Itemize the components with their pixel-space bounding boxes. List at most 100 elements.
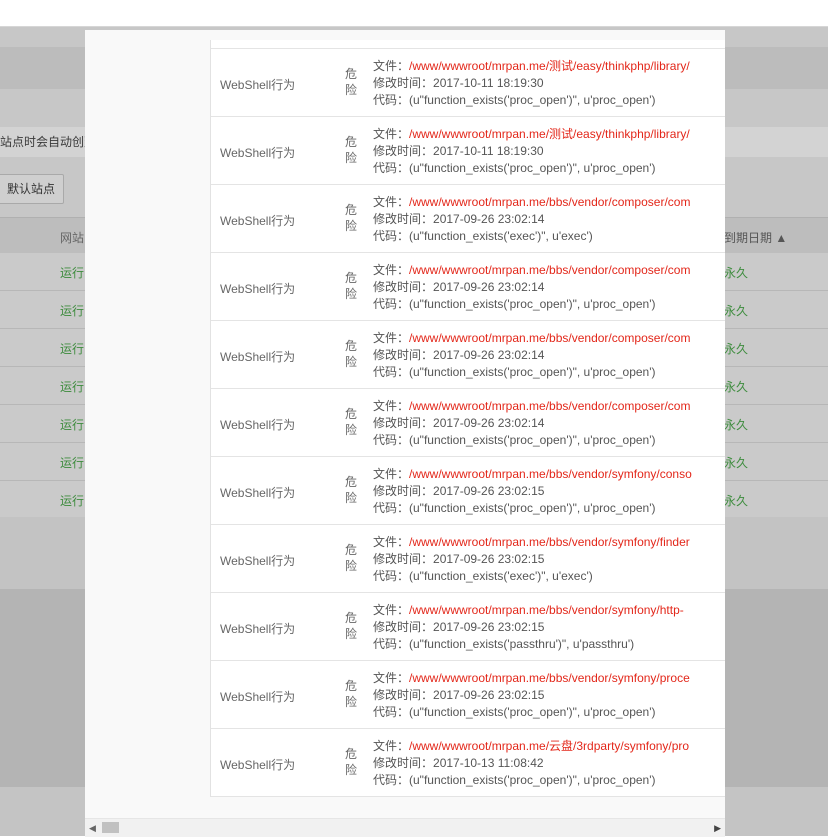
table-row: WebShell行为 危险 文件：/www/wwwroot/mrpan.me/云盘/… <box>211 729 725 797</box>
default-site-button[interactable]: 默认站点 <box>0 174 64 204</box>
site-status[interactable]: 运行 <box>60 378 84 395</box>
code-line: 代码：(u"function_exists('proc_open')", u'p… <box>373 704 725 721</box>
mtime-line: 修改时间：2017-09-26 23:02:15 <box>373 687 725 704</box>
code-line: 代码：(u"function_exists('proc_open')", u'p… <box>373 92 725 109</box>
site-expiry: 永久 <box>724 342 749 356</box>
file-line: 文件：/www/wwwroot/mrpan.me/云盘/3rdparty/sym… <box>373 738 725 755</box>
risk-level: 危险 <box>345 679 358 709</box>
code-label: 代码： <box>373 365 410 379</box>
site-status[interactable]: 运行 <box>60 454 84 471</box>
code-value: (u"function_exists('proc_open')", u'proc… <box>409 501 656 515</box>
code-value: (u"function_exists('exec')", u'exec') <box>409 569 593 583</box>
notice-text: 站点时会自动创建 <box>0 135 97 149</box>
threat-details: 文件：/www/wwwroot/mrpan.me/bbs/vendor/comp… <box>373 194 725 245</box>
code-label: 代码： <box>373 637 410 651</box>
risk-level: 危险 <box>345 203 358 233</box>
mtime-label: 修改时间： <box>373 552 434 566</box>
file-path[interactable]: /www/wwwroot/mrpan.me/bbs/vendor/symfony… <box>409 467 692 481</box>
file-path[interactable]: /www/wwwroot/mrpan.me/bbs/vendor/compose… <box>409 399 690 413</box>
threat-details: 文件：/www/wwwroot/mrpan.me/bbs/vendor/symf… <box>373 670 725 721</box>
site-expiry: 永久 <box>724 456 749 470</box>
threat-details: 文件：/www/wwwroot/mrpan.me/bbs/vendor/symf… <box>373 602 725 653</box>
file-line: 文件：/www/wwwroot/mrpan.me/bbs/vendor/symf… <box>373 466 725 483</box>
table-row: WebShell行为 危险 文件：/www/wwwroot/mrpan.me/bbs… <box>211 457 725 525</box>
scan-results-modal: WebShell行为 危险 文件：/www/wwwroot/mrpan.me/测试/… <box>85 30 725 836</box>
file-path[interactable]: /www/wwwroot/mrpan.me/bbs/vendor/symfony… <box>409 535 690 549</box>
threat-details: 文件：/www/wwwroot/mrpan.me/bbs/vendor/comp… <box>373 330 725 381</box>
code-line: 代码：(u"function_exists('passthru')", u'pa… <box>373 636 725 653</box>
horizontal-scrollbar[interactable]: ◀ ▶ <box>85 818 725 837</box>
file-path[interactable]: /www/wwwroot/mrpan.me/bbs/vendor/compose… <box>409 263 690 277</box>
table-row: WebShell行为 危险 文件：/www/wwwroot/mrpan.me/bbs… <box>211 253 725 321</box>
code-value: (u"function_exists('proc_open')", u'proc… <box>409 297 656 311</box>
mtime-value: 2017-09-26 23:02:14 <box>433 212 545 226</box>
mtime-value: 2017-09-26 23:02:14 <box>433 348 545 362</box>
mtime-label: 修改时间： <box>373 688 434 702</box>
code-label: 代码： <box>373 229 410 243</box>
file-line: 文件：/www/wwwroot/mrpan.me/测试/easy/thinkph… <box>373 126 725 143</box>
site-status[interactable]: 运行 <box>60 416 84 433</box>
risk-level: 危险 <box>345 407 358 437</box>
code-value: (u"function_exists('proc_open')", u'proc… <box>409 161 656 175</box>
code-value: (u"function_exists('proc_open')", u'proc… <box>409 433 656 447</box>
site-status[interactable]: 运行 <box>60 264 84 281</box>
file-label: 文件： <box>373 535 410 549</box>
risk-level: 危险 <box>345 611 358 641</box>
code-value: (u"function_exists('proc_open')", u'proc… <box>409 365 656 379</box>
table-row: WebShell行为 危险 文件：/www/wwwroot/mrpan.me/bbs… <box>211 321 725 389</box>
column-header-expiry[interactable]: 到期日期 ▲ <box>724 229 787 246</box>
table-row: WebShell行为 危险 文件：/www/wwwroot/mrpan.me/bbs… <box>211 525 725 593</box>
site-expiry: 永久 <box>724 380 749 394</box>
scroll-right-arrow-icon[interactable]: ▶ <box>714 823 721 834</box>
site-status[interactable]: 运行 <box>60 302 84 319</box>
site-expiry: 永久 <box>724 266 749 280</box>
mtime-label: 修改时间： <box>373 756 434 770</box>
code-line: 代码：(u"function_exists('proc_open')", u'p… <box>373 500 725 517</box>
threat-type: WebShell行为 <box>220 418 296 432</box>
file-path[interactable]: /www/wwwroot/mrpan.me/bbs/vendor/compose… <box>409 331 690 345</box>
threat-details: 文件：/www/wwwroot/mrpan.me/云盘/3rdparty/sym… <box>373 738 725 789</box>
table-row: WebShell行为 危险 文件：/www/wwwroot/mrpan.me/测试/… <box>211 117 725 185</box>
file-path[interactable]: /www/wwwroot/mrpan.me/测试/easy/thinkphp/l… <box>409 127 690 141</box>
threat-details: 文件：/www/wwwroot/mrpan.me/测试/easy/thinkph… <box>373 126 725 177</box>
file-path[interactable]: /www/wwwroot/mrpan.me/bbs/vendor/symfony… <box>409 671 690 685</box>
threat-type: WebShell行为 <box>220 146 296 160</box>
code-label: 代码： <box>373 297 410 311</box>
table-row: WebShell行为 危险 文件：/www/wwwroot/mrpan.me/测试/… <box>211 49 725 117</box>
mtime-label: 修改时间： <box>373 144 434 158</box>
threat-type: WebShell行为 <box>220 554 296 568</box>
threat-type: WebShell行为 <box>220 622 296 636</box>
column-header-site[interactable]: 网站 <box>60 229 84 246</box>
mtime-label: 修改时间： <box>373 76 434 90</box>
code-line: 代码：(u"function_exists('proc_open')", u'p… <box>373 772 725 789</box>
file-path[interactable]: /www/wwwroot/mrpan.me/bbs/vendor/compose… <box>409 195 690 209</box>
file-line: 文件：/www/wwwroot/mrpan.me/bbs/vendor/comp… <box>373 194 725 211</box>
mtime-label: 修改时间： <box>373 416 434 430</box>
file-path[interactable]: /www/wwwroot/mrpan.me/bbs/vendor/symfony… <box>409 603 684 617</box>
mtime-line: 修改时间：2017-09-26 23:02:15 <box>373 551 725 568</box>
table-row-partial <box>211 40 725 49</box>
file-path[interactable]: /www/wwwroot/mrpan.me/测试/easy/thinkphp/l… <box>409 59 690 73</box>
site-status[interactable]: 运行 <box>60 340 84 357</box>
mtime-label: 修改时间： <box>373 484 434 498</box>
threat-type: WebShell行为 <box>220 214 296 228</box>
scroll-left-arrow-icon[interactable]: ◀ <box>89 823 96 834</box>
file-path[interactable]: /www/wwwroot/mrpan.me/云盘/3rdparty/symfon… <box>409 739 689 753</box>
mtime-label: 修改时间： <box>373 620 434 634</box>
file-label: 文件： <box>373 603 410 617</box>
browser-top-bar <box>0 0 828 27</box>
mtime-value: 2017-09-26 23:02:15 <box>433 620 545 634</box>
threat-details: 文件：/www/wwwroot/mrpan.me/bbs/vendor/comp… <box>373 262 725 313</box>
file-label: 文件： <box>373 127 410 141</box>
mtime-line: 修改时间：2017-10-13 11:08:42 <box>373 755 725 772</box>
threat-type: WebShell行为 <box>220 282 296 296</box>
site-status[interactable]: 运行 <box>60 492 84 509</box>
code-label: 代码： <box>373 161 410 175</box>
mtime-value: 2017-10-11 18:19:30 <box>433 144 544 158</box>
code-label: 代码： <box>373 705 410 719</box>
file-label: 文件： <box>373 467 410 481</box>
code-line: 代码：(u"function_exists('exec')", u'exec') <box>373 228 725 245</box>
file-label: 文件： <box>373 331 410 345</box>
file-label: 文件： <box>373 195 410 209</box>
scrollbar-thumb[interactable] <box>102 822 119 833</box>
